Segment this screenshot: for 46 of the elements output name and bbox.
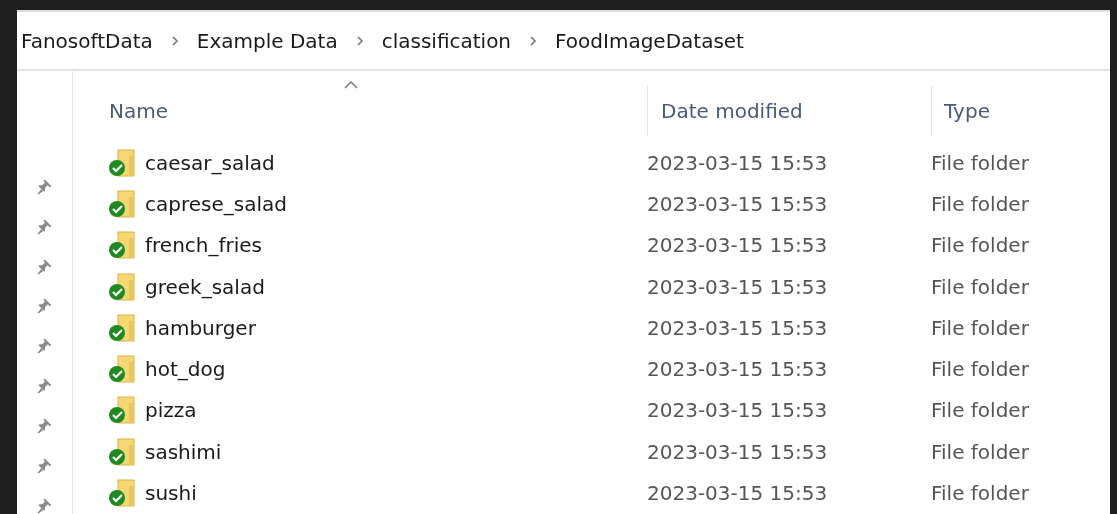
folder-name[interactable]: caprese_salad [145, 191, 287, 216]
file-type: File folder [931, 398, 1029, 423]
synced-folder-icon [107, 436, 137, 467]
folder-name[interactable]: sushi [145, 481, 197, 505]
date-modified: 2023-03-15 15:53 [647, 439, 829, 464]
chevron-icon [355, 34, 364, 47]
file-type: File folder [931, 274, 1029, 299]
file-type: File folder [931, 233, 1029, 258]
synced-folder-icon [107, 271, 137, 302]
column-header[interactable]: Name [109, 99, 168, 123]
date-modified: 2023-03-15 15:53 [647, 233, 829, 258]
synced-folder-icon [107, 147, 137, 178]
folder-name[interactable]: caesar_salad [145, 150, 275, 175]
column-header[interactable]: Date modified [661, 99, 803, 123]
date-modified: 2023-03-15 15:53 [647, 315, 829, 340]
synced-folder-icon [107, 188, 137, 219]
folder-name[interactable]: hamburger [145, 315, 256, 340]
file-type: File folder [931, 191, 1029, 216]
file-type: File folder [931, 150, 1029, 175]
synced-folder-icon [107, 395, 137, 426]
date-modified: 2023-03-15 15:53 [647, 357, 829, 382]
file-type: File folder [931, 439, 1029, 464]
date-modified: 2023-03-15 15:53 [647, 274, 829, 299]
breadcrumb-item[interactable]: classification [381, 28, 512, 53]
folder-name[interactable]: french_fries [145, 233, 263, 258]
breadcrumb-item[interactable]: FanosoftData [21, 28, 153, 53]
folder-name[interactable]: greek_salad [145, 274, 265, 299]
chevron-icon [170, 34, 179, 47]
synced-folder-icon [107, 230, 137, 261]
date-modified: 2023-03-15 15:53 [647, 150, 829, 175]
date-modified: 2023-03-15 15:53 [647, 481, 829, 505]
folder-name[interactable]: sashimi [145, 439, 222, 464]
folder-name[interactable]: pizza [145, 398, 197, 423]
column-header[interactable]: Type [944, 99, 990, 123]
date-modified: 2023-03-15 15:53 [647, 191, 829, 216]
file-type: File folder [931, 315, 1029, 340]
date-modified: 2023-03-15 15:53 [647, 398, 829, 423]
chevron-icon [529, 34, 538, 47]
synced-folder-icon [107, 478, 137, 508]
file-type: File folder [931, 357, 1029, 382]
synced-folder-icon [107, 354, 137, 385]
file-type: File folder [931, 481, 1029, 505]
folder-name[interactable]: hot_dog [145, 357, 226, 382]
breadcrumb-item[interactable]: Example Data [196, 28, 338, 53]
breadcrumb-item[interactable]: FoodImageDataset [555, 28, 744, 53]
synced-folder-icon [107, 312, 137, 343]
